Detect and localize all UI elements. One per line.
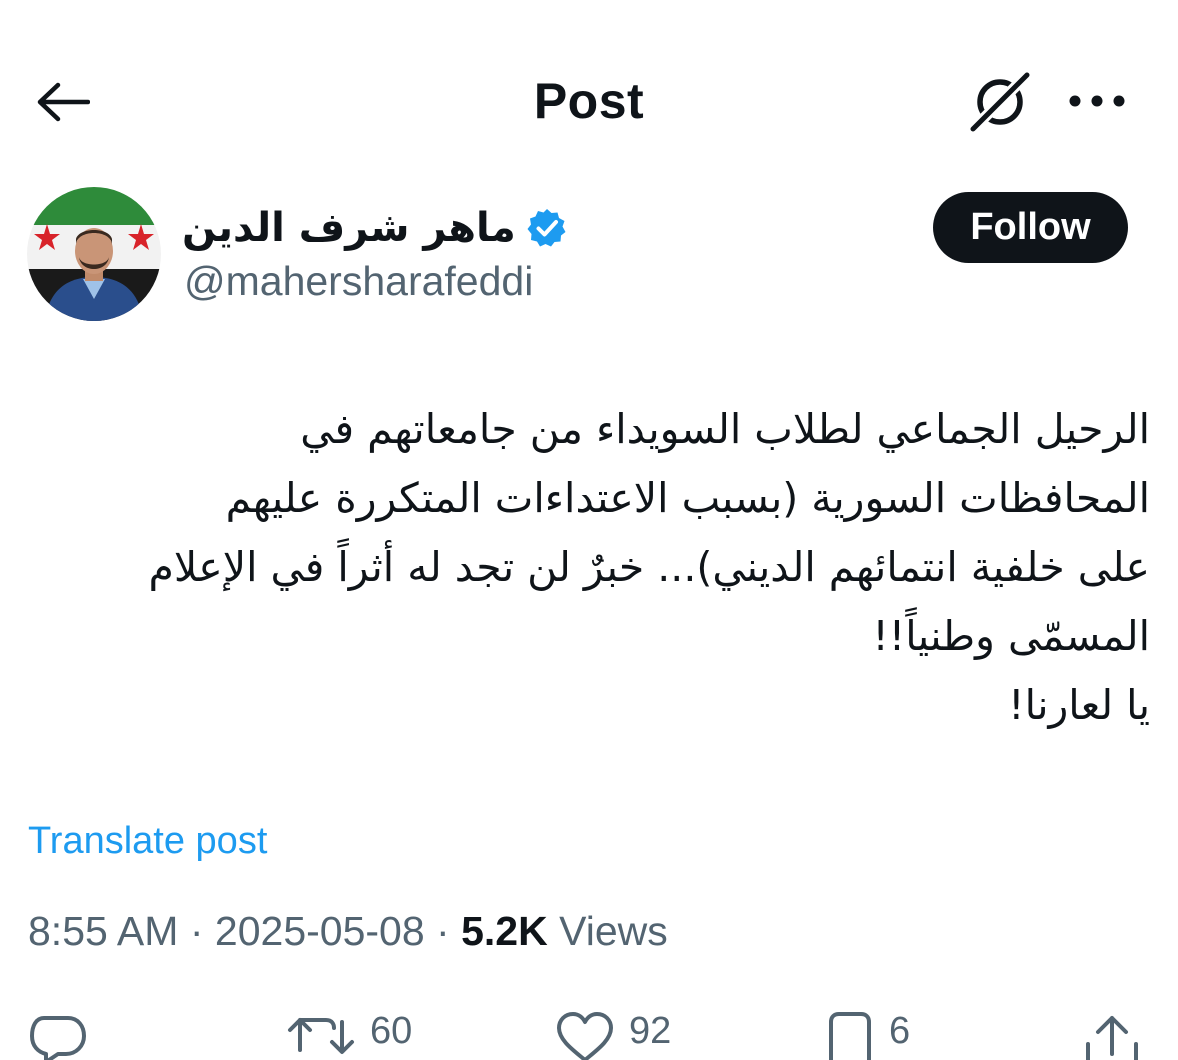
retweet-count: 60 bbox=[370, 1010, 413, 1052]
action-bar: 60 92 6 bbox=[0, 1000, 1178, 1060]
more-options-button[interactable] bbox=[1062, 76, 1132, 126]
bookmark-icon bbox=[829, 1012, 871, 1060]
author-name-row[interactable]: ماهر شرف الدين bbox=[182, 200, 568, 256]
heart-icon bbox=[557, 1012, 613, 1060]
follow-button[interactable]: Follow bbox=[933, 192, 1128, 263]
post-text-line: يا لعارنا! bbox=[1008, 681, 1150, 729]
reply-button[interactable] bbox=[28, 1010, 88, 1060]
author-name[interactable]: ماهر شرف الدين bbox=[182, 205, 516, 251]
like-button[interactable]: 92 bbox=[555, 1010, 671, 1060]
post-text: الرحيل الجماعي لطلاب السويداء من جامعاته… bbox=[30, 395, 1150, 740]
translate-post-link[interactable]: Translate post bbox=[28, 820, 267, 863]
share-button[interactable] bbox=[1084, 1010, 1140, 1060]
grok-icon bbox=[965, 67, 1035, 137]
post-text-line: على خلفية انتمائهم الديني)... خبرٌ لن تج… bbox=[148, 543, 1150, 591]
meta-separator: · bbox=[436, 908, 450, 954]
reply-icon bbox=[30, 1016, 86, 1060]
post-text-line: المسمّى وطنياً!! bbox=[872, 612, 1150, 660]
author-handle[interactable]: @mahersharafeddi bbox=[184, 258, 533, 305]
more-dots-icon bbox=[1069, 95, 1125, 107]
profile-photo bbox=[27, 187, 161, 321]
views-count: 5.2K bbox=[461, 908, 548, 954]
share-icon bbox=[1086, 1016, 1138, 1060]
verified-badge-icon[interactable] bbox=[526, 207, 568, 249]
retweet-button[interactable]: 60 bbox=[286, 1010, 412, 1060]
post-date[interactable]: 2025-05-08 bbox=[215, 908, 425, 954]
like-count: 92 bbox=[629, 1010, 672, 1052]
views-label: Views bbox=[559, 908, 668, 954]
post-text-line: الرحيل الجماعي لطلاب السويداء من جامعاته… bbox=[300, 405, 1150, 453]
post-text-line: المحافظات السورية (بسبب الاعتداءات المتك… bbox=[225, 474, 1150, 522]
top-bar: Post bbox=[0, 0, 1178, 200]
avatar[interactable] bbox=[27, 187, 161, 321]
meta-separator: · bbox=[189, 908, 204, 954]
grok-button[interactable] bbox=[962, 66, 1038, 138]
retweet-icon bbox=[288, 1018, 354, 1054]
bookmark-count: 6 bbox=[889, 1010, 911, 1052]
post-meta: 8:55 AM · 2025-05-08 · 5.2K Views bbox=[28, 908, 668, 955]
bookmark-button[interactable]: 6 bbox=[825, 1010, 910, 1060]
post-time[interactable]: 8:55 AM bbox=[28, 908, 178, 954]
